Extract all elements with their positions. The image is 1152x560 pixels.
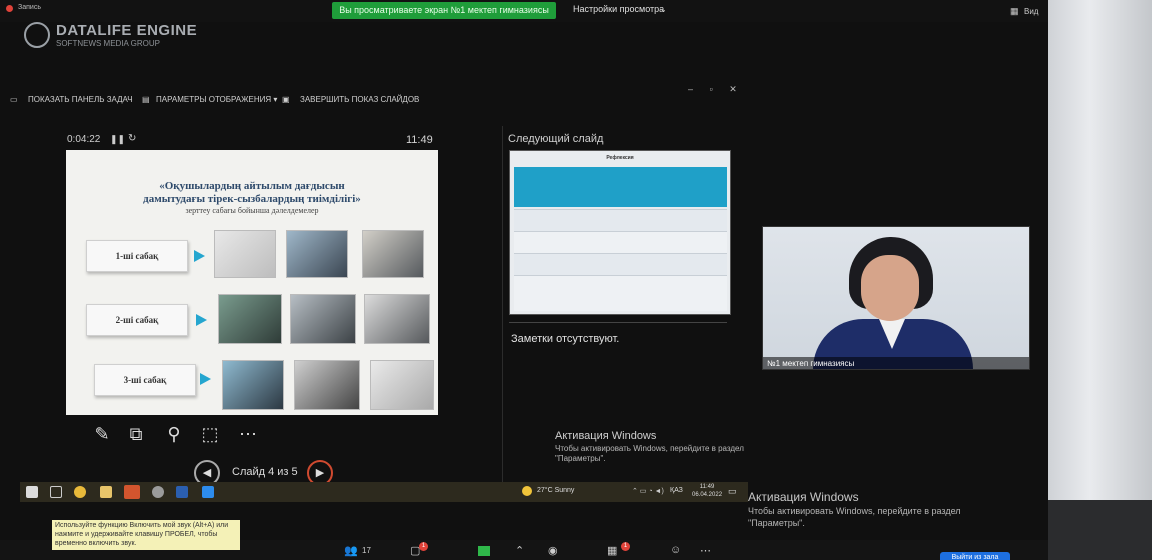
settings-icon[interactable] [152, 486, 164, 498]
next-slide-row [514, 209, 727, 231]
pen-icon[interactable]: ✎ [90, 422, 114, 446]
task-view-icon[interactable] [50, 486, 62, 498]
participant-face [861, 255, 919, 321]
taskbar-date: 06.04.2022 [692, 492, 723, 498]
system-tray-icons[interactable]: ⌃ ▭ ◔ ◄) [632, 487, 664, 495]
monitor-screen: Запись Вы просматриваете экран №1 мектеп… [0, 0, 1048, 560]
participants-icon[interactable]: 👥 [344, 544, 358, 557]
window-controls[interactable]: – ▫ ✕ [688, 84, 737, 95]
weather-widget[interactable]: 27°C Sunny [537, 487, 574, 494]
participants-count: 17 [362, 546, 371, 555]
slide-counter: Слайд 4 из 5 [232, 466, 298, 478]
lesson-photo [290, 294, 356, 344]
monitor-bezel [1048, 0, 1152, 560]
lesson-photo [364, 294, 430, 344]
lesson-photo [214, 230, 276, 278]
share-banner: Вы просматриваете экран №1 мектеп гимназ… [332, 2, 556, 19]
watermark-subtitle: SOFTNEWS MEDIA GROUP [56, 39, 161, 48]
next-slide-row [514, 231, 727, 253]
next-slide-row [514, 253, 727, 275]
taskbar-clock[interactable]: 11:49 06.04.2022 [692, 483, 722, 499]
chrome-icon[interactable] [74, 486, 86, 498]
windows-taskbar: 27°C Sunny ⌃ ▭ ◔ ◄) ҚАЗ 11:49 06.04.2022… [20, 482, 748, 502]
black-screen-icon[interactable]: ⬚ [198, 422, 222, 446]
lesson-photo [370, 360, 434, 410]
zoom-app-icon[interactable] [202, 486, 214, 498]
arrow-icon [194, 250, 205, 262]
participant-figure [813, 237, 973, 369]
next-slide-label: Следующий слайд [508, 133, 604, 145]
view-settings-menu[interactable]: Настройки просмотра [573, 4, 664, 14]
more-up-icon[interactable]: ⌃ [515, 544, 524, 557]
arrow-icon [200, 373, 211, 385]
view-button[interactable]: Вид [1024, 7, 1038, 16]
pause-icon[interactable]: ❚❚ [110, 134, 125, 145]
next-slide-header-band [514, 167, 727, 207]
language-indicator[interactable]: ҚАЗ [670, 487, 683, 494]
reactions-icon[interactable]: ☺ [670, 544, 681, 556]
sun-icon [522, 486, 532, 496]
restart-icon[interactable]: ↻ [128, 133, 136, 144]
taskbar-icon: ▭ [10, 95, 18, 104]
lesson-photo [218, 294, 282, 344]
powerpoint-icon[interactable] [124, 485, 140, 499]
recording-title: Запись [18, 4, 41, 11]
desk-surface [1048, 500, 1152, 560]
next-slide-title: Рефлексия [606, 155, 634, 161]
lesson-box-3: 3-ші сабақ [94, 364, 196, 396]
display-settings-button[interactable]: ПАРАМЕТРЫ ОТОБРАЖЕНИЯ ▾ [156, 95, 277, 104]
slide-subtitle: зерттеу сабағы бойынша дәлелдемелер [185, 206, 319, 215]
notes-divider[interactable] [509, 322, 727, 323]
record-button-icon[interactable]: ◉ [548, 544, 558, 557]
grid-view-icon[interactable]: ▦ [1010, 6, 1019, 17]
watermark-title: DATALIFE ENGINE [56, 22, 198, 39]
elapsed-timer: 0:04:22 [67, 134, 101, 145]
start-icon[interactable] [26, 486, 38, 498]
folder-icon[interactable] [100, 486, 112, 498]
zoom-top-bar: Запись Вы просматриваете экран №1 мектеп… [0, 0, 1048, 22]
arrow-icon [196, 314, 207, 326]
apps-badge: 1 [621, 542, 630, 551]
activation-text: Чтобы активировать Windows, перейдите в … [555, 444, 744, 463]
chevron-right-icon: ▶ [315, 467, 325, 479]
word-icon[interactable] [176, 486, 188, 498]
slide-title: «Оқушылардың айтылым дағдысын дамытудағы… [143, 180, 361, 205]
lesson-box-2: 2-ші сабақ [86, 304, 188, 336]
watermark-icon [24, 22, 50, 48]
zoom-icon[interactable]: ⚲ [162, 422, 186, 446]
lesson-photo [294, 360, 360, 410]
activation-title: Активация Windows [555, 430, 657, 442]
participant-name: №1 мектеп гимназиясы [763, 357, 1029, 369]
notes-text: Заметки отсутствуют. [511, 333, 620, 345]
next-slide-preview[interactable]: Рефлексия [509, 150, 731, 315]
next-slide-row [514, 275, 727, 311]
notification-icon[interactable]: ▭ [728, 486, 737, 497]
lesson-photo [222, 360, 284, 410]
lesson-photo [286, 230, 348, 278]
end-show-button[interactable]: ЗАВЕРШИТЬ ПОКАЗ СЛАЙДОВ [300, 95, 419, 104]
chat-badge: 1 [419, 542, 428, 551]
taskbar-time: 11:49 [699, 484, 715, 490]
record-icon [6, 5, 13, 12]
show-taskbar-button[interactable]: ПОКАЗАТЬ ПАНЕЛЬ ЗАДАЧ [28, 95, 133, 104]
display-settings-icon: ▤ [142, 95, 150, 104]
chevron-down-icon[interactable]: ⌄ [660, 5, 667, 14]
pane-divider[interactable] [502, 126, 503, 482]
end-show-icon: ▣ [282, 95, 290, 104]
lesson-box-1: 1-ші сабақ [86, 240, 188, 272]
all-slides-icon[interactable]: ⧉ [124, 422, 148, 446]
leave-button[interactable]: Выйти из зала [940, 552, 1010, 560]
activation-title-outer: Активация Windows [748, 490, 859, 504]
current-slide[interactable]: «Оқушылардың айтылым дағдысын дамытудағы… [66, 150, 438, 415]
unmute-tooltip: Используйте функцию Включить мой звук (A… [52, 520, 240, 550]
activation-text-outer: Чтобы активировать Windows, перейдите в … [748, 506, 961, 528]
more-options-bottom-icon[interactable]: ⋯ [700, 544, 711, 557]
more-options-icon[interactable]: ⋯ [236, 422, 260, 446]
clock: 11:49 [406, 134, 433, 146]
participant-video[interactable]: №1 мектеп гимназиясы [762, 226, 1030, 370]
lesson-photo [362, 230, 424, 278]
chevron-left-icon: ◀ [202, 467, 212, 479]
apps-icon[interactable]: ▦ [607, 544, 617, 557]
share-screen-icon[interactable] [478, 546, 490, 556]
